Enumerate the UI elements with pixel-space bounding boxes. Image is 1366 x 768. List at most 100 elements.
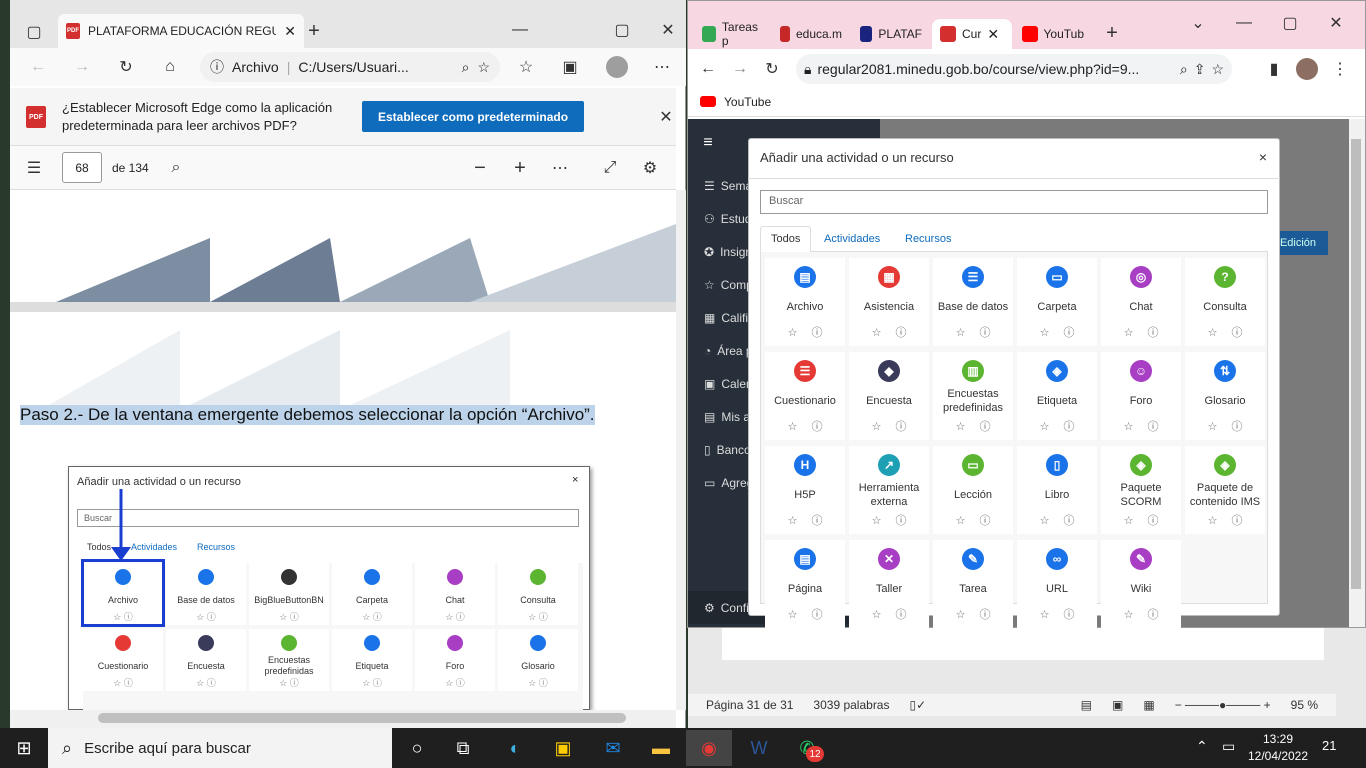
close-notice-icon[interactable]: ✕ [654,105,678,129]
star-icon[interactable]: ☆ [788,608,798,622]
star-icon[interactable]: ☆ [956,608,966,622]
module-tile[interactable]: ▭ Lección ☆ ⓘ [933,446,1013,534]
star-icon[interactable]: ☆ [956,326,966,340]
info-icon[interactable]: ⓘ [895,608,906,622]
module-tile[interactable]: H H5P ☆ ⓘ [765,446,845,534]
more-icon[interactable]: ⋯ [650,55,674,79]
read-mode-icon[interactable]: ▤ [1081,698,1092,712]
info-icon[interactable]: ⓘ [811,326,822,340]
star-icon[interactable]: ☆ [1040,514,1050,528]
clock-time[interactable]: 13:29 [1250,732,1306,746]
module-tile[interactable]: ▤ Página ☆ ⓘ [765,540,845,628]
module-tile[interactable]: ⇅ Glosario ☆ ⓘ [1185,352,1265,440]
fullscreen-icon[interactable]: ⤢ [598,156,622,180]
info-icon[interactable]: ⓘ [1063,420,1074,434]
module-tile[interactable]: ? Consulta ☆ ⓘ [1185,258,1265,346]
close-window-icon[interactable]: ✕ [1324,11,1348,35]
zoom-icon[interactable]: ⌕ [462,59,470,76]
share-icon[interactable]: ⇪ [1194,61,1206,78]
edge-app-icon[interactable]: ◐ [492,730,538,766]
star-icon[interactable]: ☆ [788,326,798,340]
find-icon[interactable]: ⌕ [164,156,188,180]
star-icon[interactable]: ☆ [872,326,882,340]
info-icon[interactable]: ⓘ [1147,326,1158,340]
zoom-out-icon[interactable]: − [468,156,492,180]
star-icon[interactable]: ☆ [872,608,882,622]
pdf-horizontal-thumb[interactable] [98,713,626,723]
modal-close-icon[interactable]: × [1254,148,1272,166]
info-icon[interactable]: ⓘ [811,514,822,528]
chrome-tab-active[interactable]: Cur ✕ [932,19,1012,49]
task-view-icon[interactable]: ⧉ [440,730,486,766]
forward-icon[interactable]: → [70,55,94,79]
info-icon[interactable]: ⓘ [1231,514,1242,528]
side-panel-icon[interactable]: ▮ [1262,57,1286,81]
bookmark-youtube[interactable]: YouTube [724,95,771,109]
star-icon[interactable]: ☆ [1040,326,1050,340]
info-icon[interactable]: ⓘ [1147,514,1158,528]
tab-activities[interactable]: Actividades [814,226,890,252]
pdf-vertical-scrollbar[interactable] [676,190,686,710]
clock-date[interactable]: 12/04/2022 [1246,749,1310,763]
module-tile[interactable]: ✕ Taller ☆ ⓘ [849,540,929,628]
explorer-app-icon[interactable]: ▬ [638,730,684,766]
chrome-scroll-thumb[interactable] [1351,139,1361,589]
tab-resources[interactable]: Recursos [895,226,961,252]
star-icon[interactable]: ☆ [788,514,798,528]
forward-icon[interactable]: → [728,57,752,81]
web-layout-icon[interactable]: ▦ [1143,698,1154,712]
module-tile[interactable]: ▯ Libro ☆ ⓘ [1017,446,1097,534]
contents-icon[interactable]: ☰ [22,156,46,180]
tab-actions-icon[interactable]: ▢ [22,20,46,44]
star-icon[interactable]: ☆ [1208,420,1218,434]
star-icon[interactable]: ☆ [1208,326,1218,340]
chrome-tab-3[interactable]: PLATAF [852,19,930,49]
info-icon[interactable]: ⓘ [811,608,822,622]
info-icon[interactable]: ⓘ [1063,326,1074,340]
info-icon[interactable]: ⓘ [1063,514,1074,528]
tab-all[interactable]: Todos [760,226,812,252]
edge-tab[interactable]: PDF PLATAFORMA EDUCACIÓN REGU ✕ [58,14,304,48]
hidden-icons-chevron[interactable]: ⌃ [1196,738,1208,755]
taskbar-search[interactable]: ⌕ Escribe aquí para buscar [48,728,392,768]
tab-search-icon[interactable]: ⌄ [1186,11,1210,35]
module-tile[interactable]: ▥ Encuestas predefinidas ☆ ⓘ [933,352,1013,440]
chrome-tab-1[interactable]: Tareas p [694,19,770,49]
star-icon[interactable]: ☆ [956,514,966,528]
omnibox[interactable]: 🔒︎ regular2081.minedu.gob.bo/course/view… [796,54,1232,84]
info-icon[interactable]: ⓘ [1063,608,1074,622]
favorites-icon[interactable]: ☆ [514,55,538,79]
close-tab-icon[interactable]: ✕ [284,23,296,40]
star-icon[interactable]: ☆ [872,514,882,528]
info-icon[interactable]: ⓘ [979,420,990,434]
module-tile[interactable]: ◈ Paquete de contenido IMS ☆ ⓘ [1185,446,1265,534]
refresh-icon[interactable]: ↻ [114,55,138,79]
info-icon[interactable]: ⓘ [979,514,990,528]
info-icon[interactable]: ⓘ [895,514,906,528]
back-icon[interactable]: ← [696,57,720,81]
start-button[interactable]: ⊞ [0,730,48,766]
back-icon[interactable]: ← [26,55,50,79]
minimize-icon[interactable]: — [1232,11,1256,35]
address-bar[interactable]: ⓘ Archivo | C:/Users/Usuari... ⌕ ☆ [200,52,500,82]
modal-search-input[interactable]: Buscar [760,190,1268,214]
chrome-tab-5[interactable]: YouTub [1014,19,1092,49]
home-icon[interactable]: ⌂ [158,55,182,79]
star-icon[interactable]: ☆ [956,420,966,434]
mail-app-icon[interactable]: ✉ [590,730,636,766]
word-app-icon[interactable]: W [736,730,782,766]
add-favorite-icon[interactable]: ☆ [477,59,490,76]
zoom-icon[interactable]: ⌕ [1180,61,1188,78]
chrome-menu-icon[interactable]: ⋮ [1328,57,1352,81]
maximize-icon[interactable]: ▢ [610,18,634,42]
star-icon[interactable]: ☆ [872,420,882,434]
info-icon[interactable]: ⓘ [1231,420,1242,434]
star-icon[interactable]: ☆ [1040,420,1050,434]
module-tile[interactable]: ✎ Wiki ☆ ⓘ [1101,540,1181,628]
module-tile[interactable]: ☰ Cuestionario ☆ ⓘ [765,352,845,440]
hamburger-icon[interactable]: ≡ [696,131,720,155]
refresh-icon[interactable]: ↻ [760,57,784,81]
minimize-icon[interactable]: — [508,18,532,42]
module-tile[interactable]: ◆ Encuesta ☆ ⓘ [849,352,929,440]
bookmark-star-icon[interactable]: ☆ [1211,61,1224,78]
